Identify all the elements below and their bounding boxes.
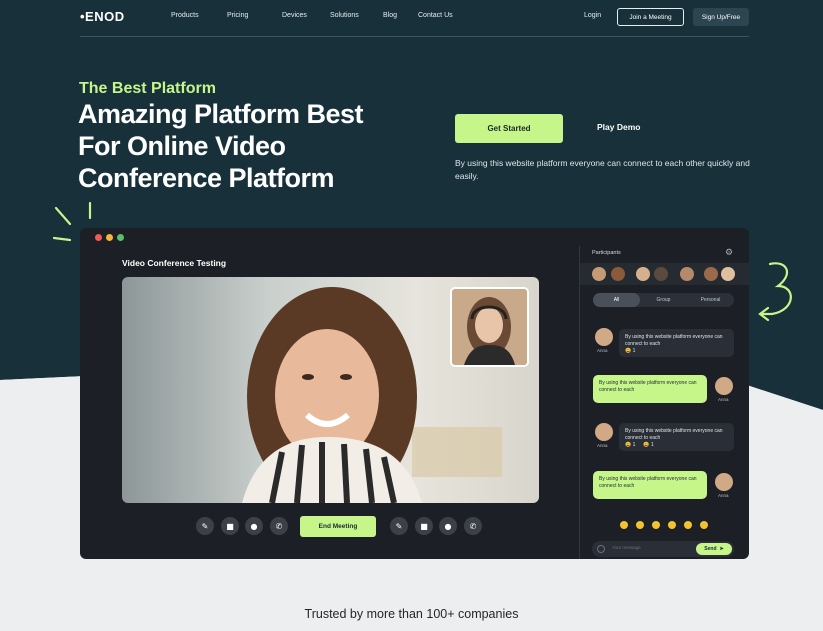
message-reaction[interactable]: 😀 1 bbox=[625, 442, 635, 449]
chat-message: By using this website platform everyone … bbox=[593, 375, 707, 403]
video-camera-icon[interactable]: ■ bbox=[221, 517, 239, 535]
end-meeting-button[interactable]: End Meeting bbox=[300, 516, 376, 537]
paper-plane-icon: ➤ bbox=[719, 546, 724, 552]
avatar bbox=[715, 377, 733, 395]
conference-title: Video Conference Testing bbox=[122, 258, 227, 268]
chat-message: By using this website platform everyone … bbox=[593, 471, 707, 499]
emoji-icon[interactable] bbox=[620, 521, 628, 529]
send-button[interactable]: Send ➤ bbox=[696, 543, 732, 555]
video-camera-icon[interactable]: ■ bbox=[415, 517, 433, 535]
emoji-icon[interactable] bbox=[636, 521, 644, 529]
join-meeting-button[interactable]: Join a Meeting bbox=[617, 8, 684, 26]
avatar bbox=[595, 328, 613, 346]
hero-kicker: The Best Platform bbox=[79, 80, 216, 97]
message-author: Anna bbox=[718, 493, 729, 498]
window-maximize-dot bbox=[117, 234, 124, 241]
chat-message: By using this website platform everyone … bbox=[619, 423, 734, 451]
avatar bbox=[715, 473, 733, 491]
microphone-icon[interactable]: ● bbox=[245, 517, 263, 535]
window-minimize-dot bbox=[106, 234, 113, 241]
gear-icon[interactable]: ⚙ bbox=[725, 248, 733, 258]
nav-link-devices[interactable]: Devices bbox=[282, 12, 307, 19]
tab-all[interactable]: All bbox=[593, 293, 640, 307]
message-text: By using this website platform everyone … bbox=[625, 428, 723, 441]
nav-link-pricing[interactable]: Pricing bbox=[227, 12, 248, 19]
chat-placeholder: Your message bbox=[612, 545, 641, 550]
phone-icon[interactable]: ✆ bbox=[270, 517, 288, 535]
avatar[interactable] bbox=[721, 267, 735, 281]
participant-avatar-row bbox=[580, 263, 749, 285]
pencil-icon[interactable]: ✎ bbox=[390, 517, 408, 535]
get-started-button[interactable]: Get Started bbox=[455, 114, 563, 143]
avatar[interactable] bbox=[704, 267, 718, 281]
message-reaction[interactable]: 😀 1 bbox=[643, 442, 653, 449]
signup-button[interactable]: Sign Up/Free bbox=[693, 8, 749, 26]
nav-link-products[interactable]: Products bbox=[171, 12, 199, 19]
nav-link-solutions[interactable]: Solutions bbox=[330, 12, 359, 19]
participant-thumbnail-video[interactable] bbox=[450, 287, 529, 367]
message-reactions: 😀 1 😀 1 bbox=[625, 442, 728, 449]
login-link[interactable]: Login bbox=[584, 12, 601, 19]
hero-headline: Amazing Platform Best For Online Video C… bbox=[78, 98, 418, 194]
message-text: By using this website platform everyone … bbox=[625, 334, 723, 347]
hero-description: By using this website platform everyone … bbox=[455, 158, 750, 181]
logo[interactable]: •ENOD bbox=[80, 9, 125, 24]
tab-personal[interactable]: Personal bbox=[687, 293, 734, 307]
microphone-icon[interactable]: ● bbox=[439, 517, 457, 535]
curved-arrow-doodle-icon bbox=[758, 262, 792, 322]
emoji-icon[interactable] bbox=[700, 521, 708, 529]
participants-title: Participants bbox=[592, 250, 621, 256]
emoji-icon[interactable] bbox=[652, 521, 660, 529]
avatar[interactable] bbox=[654, 267, 668, 281]
emoji-picker bbox=[620, 521, 708, 529]
window-close-dot bbox=[95, 234, 102, 241]
headline-line-2: For Online Video bbox=[78, 131, 286, 161]
emoji-icon[interactable] bbox=[668, 521, 676, 529]
headline-line-3: Conference Platform bbox=[78, 163, 335, 193]
avatar[interactable] bbox=[636, 267, 650, 281]
pencil-icon[interactable]: ✎ bbox=[196, 517, 214, 535]
nav-link-blog[interactable]: Blog bbox=[383, 12, 397, 19]
top-nav: •ENOD Products Pricing Devices Solutions… bbox=[80, 0, 749, 37]
chat-message: By using this website platform everyone … bbox=[619, 329, 734, 357]
headline-line-1: Amazing Platform Best bbox=[78, 99, 364, 129]
participants-panel: Participants ⚙ All Group Personal Anna B… bbox=[579, 246, 749, 559]
avatar[interactable] bbox=[592, 267, 606, 281]
trusted-by-heading: Trusted by more than 100+ companies bbox=[304, 607, 519, 621]
message-author: Anna bbox=[597, 443, 608, 448]
avatar[interactable] bbox=[611, 267, 625, 281]
tab-group[interactable]: Group bbox=[640, 293, 687, 307]
play-demo-button[interactable]: Play Demo bbox=[597, 122, 640, 132]
chat-input[interactable]: Your message Send ➤ bbox=[592, 541, 734, 557]
app-preview-window: Video Conference Testing ✎ ■ ● ✆ End Mee… bbox=[80, 228, 749, 559]
chat-tabs: All Group Personal bbox=[593, 293, 734, 307]
emoji-icon[interactable] bbox=[684, 521, 692, 529]
message-reaction[interactable]: 😀 1 bbox=[625, 348, 728, 355]
avatar[interactable] bbox=[680, 267, 694, 281]
avatar bbox=[595, 423, 613, 441]
message-author: Anna bbox=[718, 397, 729, 402]
send-label: Send bbox=[704, 546, 717, 552]
message-author: Anna bbox=[597, 348, 608, 353]
emoji-icon[interactable] bbox=[597, 545, 605, 553]
nav-link-contact[interactable]: Contact Us bbox=[418, 12, 453, 19]
phone-icon[interactable]: ✆ bbox=[464, 517, 482, 535]
